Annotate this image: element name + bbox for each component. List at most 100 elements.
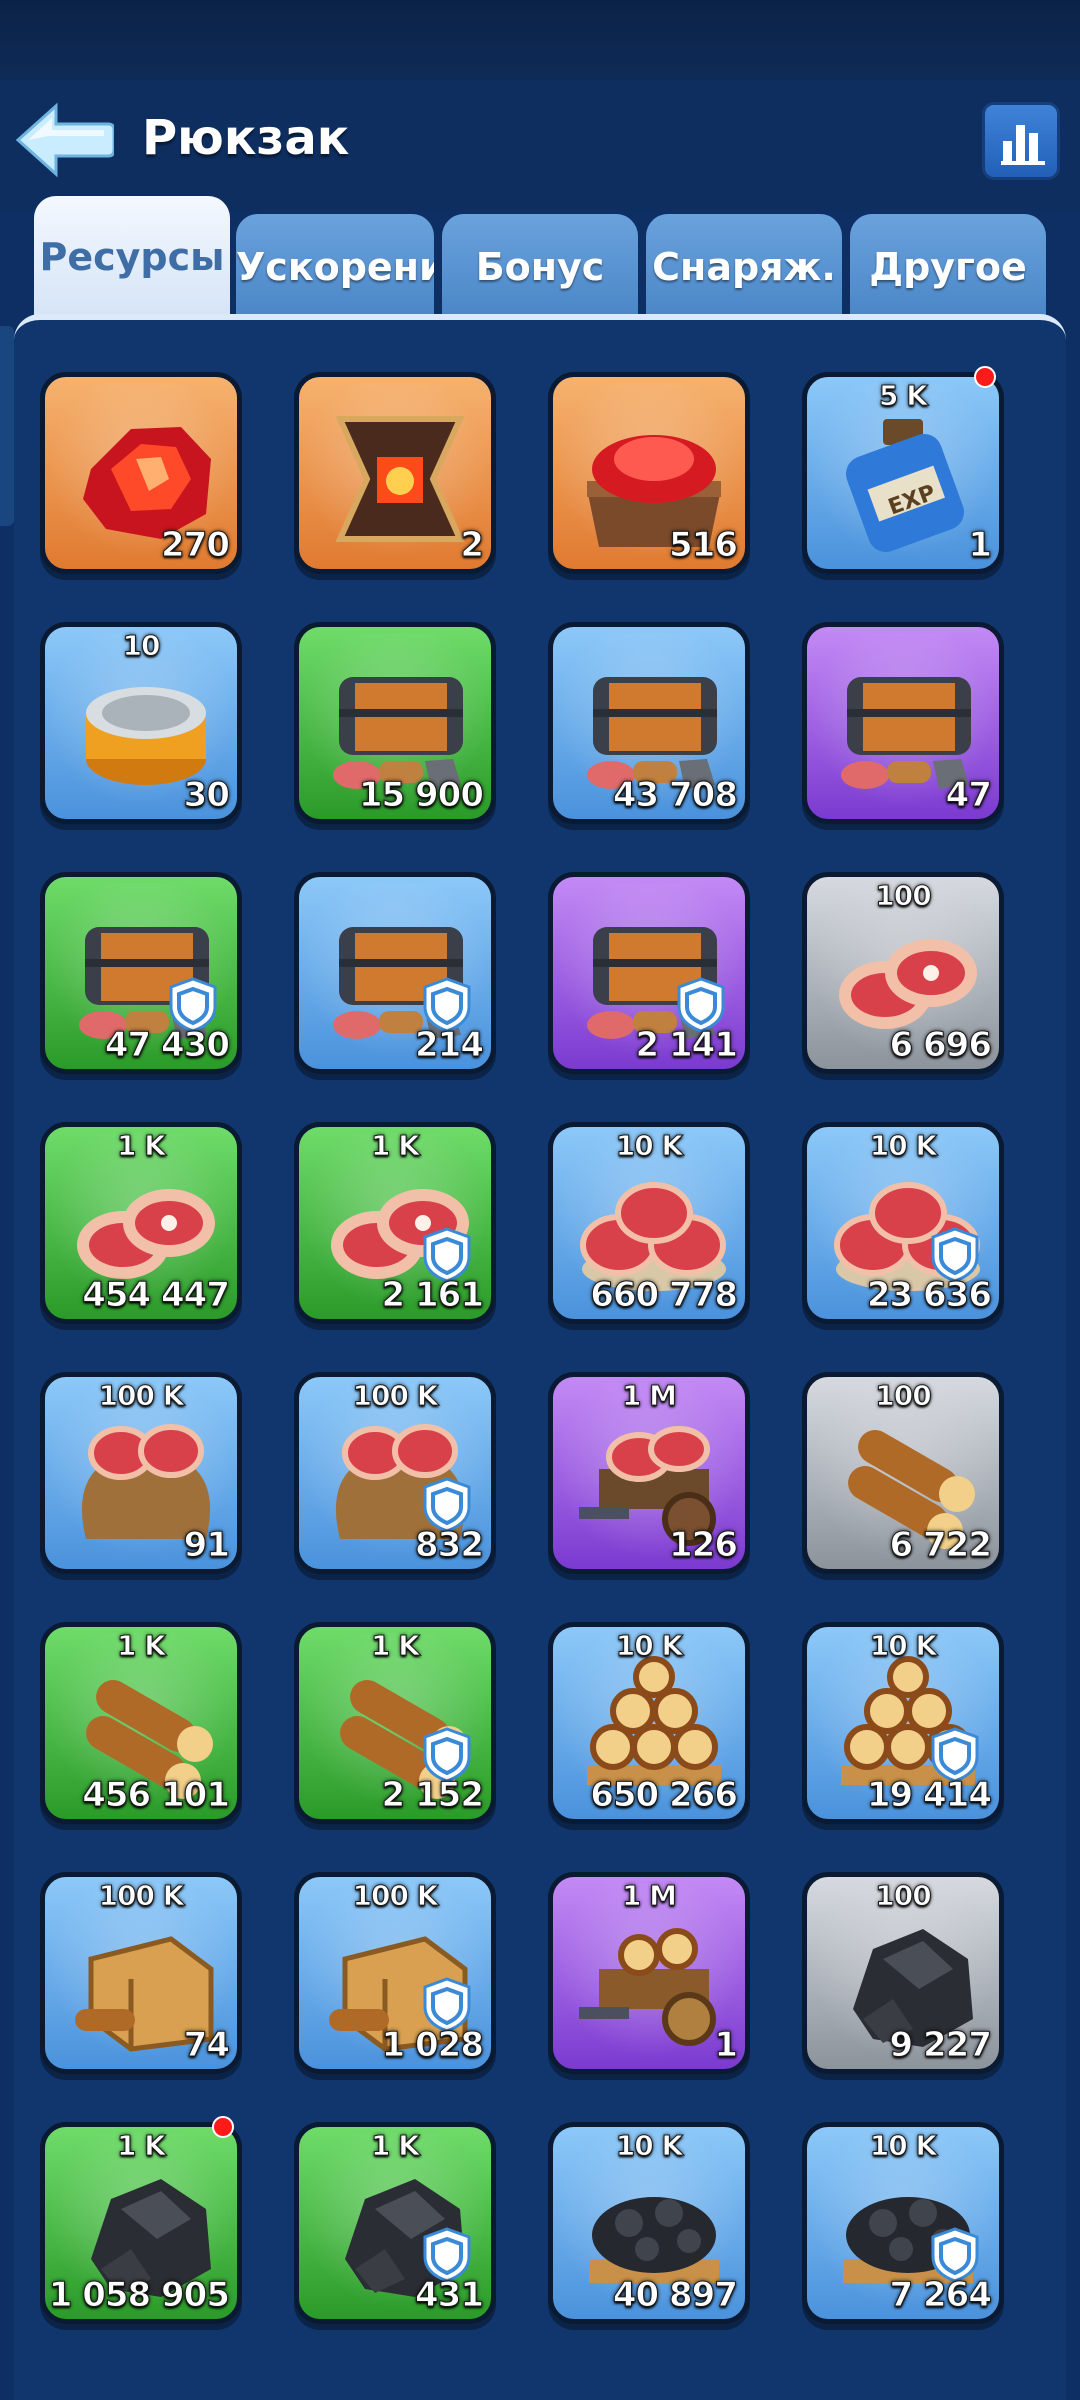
item-count: 214 [415,1025,485,1066]
inventory-grid: 270 2 516 EXP 5 K1 10 30 15 900 43 708 47 … [14,320,1066,2400]
inventory-item[interactable]: 100 K 91 [40,1372,242,1574]
notification-dot [212,2116,234,2138]
back-button[interactable] [14,100,116,180]
item-count: 456 101 [82,1775,231,1816]
inventory-item[interactable]: 15 900 [294,622,496,824]
item-amount: 1 K [371,1129,421,1163]
side-handle [0,326,14,526]
item-amount: 1 K [371,1629,421,1663]
item-count: 650 266 [590,1775,739,1816]
inventory-item[interactable]: 1 M 126 [548,1372,750,1574]
inventory-item[interactable]: 43 708 [548,622,750,824]
tab-speedup[interactable]: Ускорение [236,214,434,318]
item-count: 2 161 [381,1275,484,1316]
item-count: 1 [968,525,993,566]
inventory-item[interactable]: 100 K 1 028 [294,1872,496,2074]
inventory-item[interactable]: 1 M 1 [548,1872,750,2074]
inventory-item[interactable]: 100 6 696 [802,872,1004,1074]
item-amount: 10 K [869,1629,937,1663]
item-amount: 10 K [869,1129,937,1163]
item-amount: 1 M [621,1879,677,1913]
inventory-item[interactable]: 1 K 431 [294,2122,496,2324]
item-count: 126 [669,1525,739,1566]
item-count: 19 414 [866,1775,992,1816]
item-amount: 100 [875,1379,932,1413]
notification-dot [974,366,996,388]
tab-bonus[interactable]: Бонус [442,214,638,318]
inventory-item[interactable]: 10 K 23 636 [802,1122,1004,1324]
item-count: 47 [945,775,992,816]
inventory-item[interactable]: 1 K 2 161 [294,1122,496,1324]
item-amount: 10 K [869,2129,937,2163]
item-count: 516 [669,525,739,566]
inventory-item[interactable]: 100 K 832 [294,1372,496,1574]
item-amount: 1 K [371,2129,421,2163]
tab-other[interactable]: Другое [850,214,1046,318]
inventory-item[interactable]: 10 K 650 266 [548,1622,750,1824]
inventory-item[interactable]: 100 9 227 [802,1872,1004,2074]
item-count: 47 430 [104,1025,230,1066]
inventory-item[interactable]: EXP 5 K1 [802,372,1004,574]
inventory-item[interactable]: 1 K 454 447 [40,1122,242,1324]
inventory-item[interactable]: 10 K 7 264 [802,2122,1004,2324]
inventory-panel: 270 2 516 EXP 5 K1 10 30 15 900 43 708 47 … [14,314,1066,2400]
item-count: 23 636 [866,1275,992,1316]
item-amount: 100 K [352,1379,439,1413]
item-count: 7 264 [889,2275,992,2316]
item-amount: 1 M [621,1379,677,1413]
inventory-item[interactable]: 2 [294,372,496,574]
item-count: 1 058 905 [48,2275,230,2316]
item-count: 832 [415,1525,485,1566]
inventory-item[interactable]: 100 6 722 [802,1372,1004,1574]
item-count: 1 028 [381,2025,484,2066]
item-count: 9 227 [889,2025,992,2066]
inventory-item[interactable]: 10 K 660 778 [548,1122,750,1324]
tab-resources[interactable]: Ресурсы [34,196,230,318]
status-bar [0,0,1080,80]
bar-chart-icon [1001,125,1045,165]
item-amount: 10 K [615,1129,683,1163]
item-amount: 10 [122,629,161,663]
tab-equipment[interactable]: Снаряж. [646,214,842,318]
item-amount: 10 K [615,2129,683,2163]
inventory-item[interactable]: 1 K 456 101 [40,1622,242,1824]
item-count: 6 722 [889,1525,992,1566]
item-amount: 100 [875,879,932,913]
inventory-item[interactable]: 1 K 1 058 905 [40,2122,242,2324]
inventory-item[interactable]: 10 K 40 897 [548,2122,750,2324]
back-arrow-icon [15,102,116,178]
stats-button[interactable] [982,102,1060,180]
page-title: Рюкзак [142,110,350,166]
tab-bar: Ресурсы Ускорение Бонус Снаряж. Другое [0,196,1080,318]
item-count: 91 [183,1525,230,1566]
item-amount: 5 K [879,379,929,413]
inventory-item[interactable]: 516 [548,372,750,574]
inventory-item[interactable]: 100 K 74 [40,1872,242,2074]
item-count: 270 [161,525,231,566]
inventory-item[interactable]: 47 430 [40,872,242,1074]
item-amount: 100 [875,1879,932,1913]
header: Рюкзак [0,80,1080,210]
inventory-item[interactable]: 270 [40,372,242,574]
item-count: 454 447 [82,1275,231,1316]
inventory-item[interactable]: 10 K 19 414 [802,1622,1004,1824]
inventory-item[interactable]: 2 141 [548,872,750,1074]
item-amount: 10 K [615,1629,683,1663]
item-count: 74 [183,2025,230,2066]
item-count: 2 152 [381,1775,484,1816]
item-count: 40 897 [612,2275,738,2316]
item-amount: 100 K [98,1879,185,1913]
item-count: 43 708 [612,775,738,816]
item-amount: 100 K [98,1379,185,1413]
item-count: 1 [714,2025,739,2066]
inventory-item[interactable]: 47 [802,622,1004,824]
item-count: 660 778 [590,1275,739,1316]
item-count: 2 [460,525,485,566]
item-amount: 1 K [117,1629,167,1663]
item-count: 15 900 [358,775,484,816]
inventory-item[interactable]: 10 30 [40,622,242,824]
item-count: 431 [415,2275,485,2316]
item-count: 2 141 [635,1025,738,1066]
inventory-item[interactable]: 214 [294,872,496,1074]
inventory-item[interactable]: 1 K 2 152 [294,1622,496,1824]
